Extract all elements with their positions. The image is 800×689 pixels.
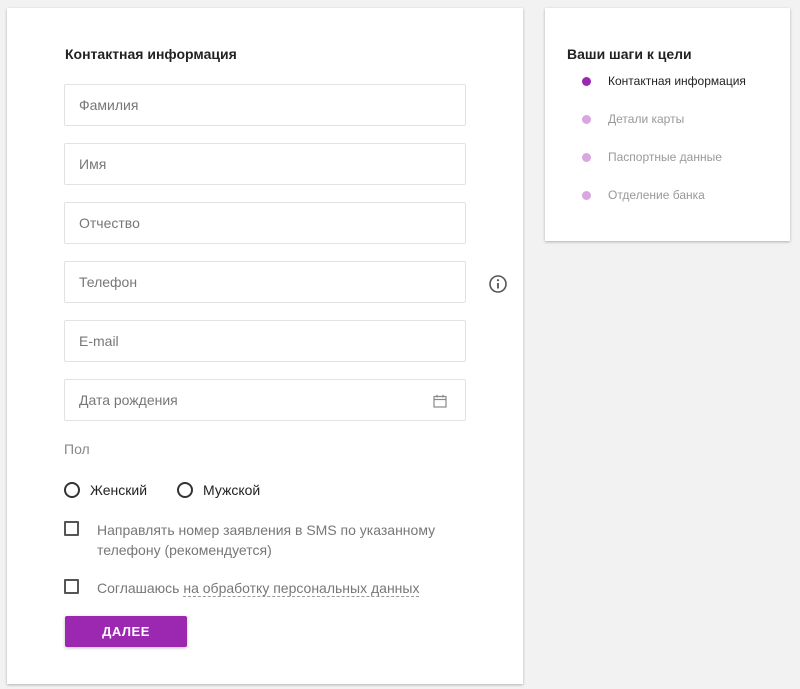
middle-name-field[interactable] [64,202,466,244]
gender-male-label: Мужской [203,482,261,498]
checkbox-icon[interactable] [64,521,79,536]
personal-data-link[interactable]: на обработку персональных данных [183,580,420,597]
consent-checkbox[interactable]: Соглашаюсь на обработку персональных дан… [64,578,457,598]
contact-form-card: Контактная информация Пол [7,8,523,684]
step-label: Контактная информация [608,74,746,88]
email-input[interactable] [65,321,465,361]
gender-female-radio[interactable]: Женский [64,480,147,500]
sms-checkbox[interactable]: Направлять номер заявления в SMS по указ… [64,520,457,560]
last-name-field[interactable] [64,84,466,126]
steps-title: Ваши шаги к цели [567,46,692,62]
step-item: Детали карты [582,112,684,126]
checkbox-icon[interactable] [64,579,79,594]
info-icon[interactable] [488,274,508,294]
gender-label: Пол [64,441,90,457]
last-name-input[interactable] [65,85,465,125]
step-item: Контактная информация [582,74,746,88]
phone-field[interactable] [64,261,466,303]
first-name-input[interactable] [65,144,465,184]
consent-checkbox-label: Соглашаюсь на обработку персональных дан… [97,578,457,598]
gender-male-radio[interactable]: Мужской [177,480,260,500]
birth-date-field[interactable] [64,379,466,421]
sms-checkbox-label: Направлять номер заявления в SMS по указ… [97,522,436,558]
step-item: Паспортные данные [582,150,722,164]
step-item: Отделение банка [582,188,705,202]
gender-female-label: Женский [90,482,148,498]
step-dot-icon [582,190,591,200]
email-field[interactable] [64,320,466,362]
birth-date-input[interactable] [65,380,465,420]
section-title: Контактная информация [65,46,237,62]
consent-prefix: Соглашаюсь [97,580,184,596]
middle-name-input[interactable] [65,203,465,243]
first-name-field[interactable] [64,143,466,185]
step-dot-icon [582,152,591,162]
steps-card: Ваши шаги к цели Контактная информация Де… [545,8,790,241]
step-label: Паспортные данные [608,150,722,164]
phone-input[interactable] [65,262,465,302]
step-label: Детали карты [608,112,685,126]
next-button[interactable]: ДАЛЕЕ [65,616,187,647]
step-label: Отделение банка [608,188,705,202]
step-dot-icon [582,76,591,86]
radio-circle-icon[interactable] [177,482,193,498]
radio-circle-icon[interactable] [64,482,80,498]
step-dot-icon [582,114,591,124]
calendar-icon[interactable] [433,394,447,408]
